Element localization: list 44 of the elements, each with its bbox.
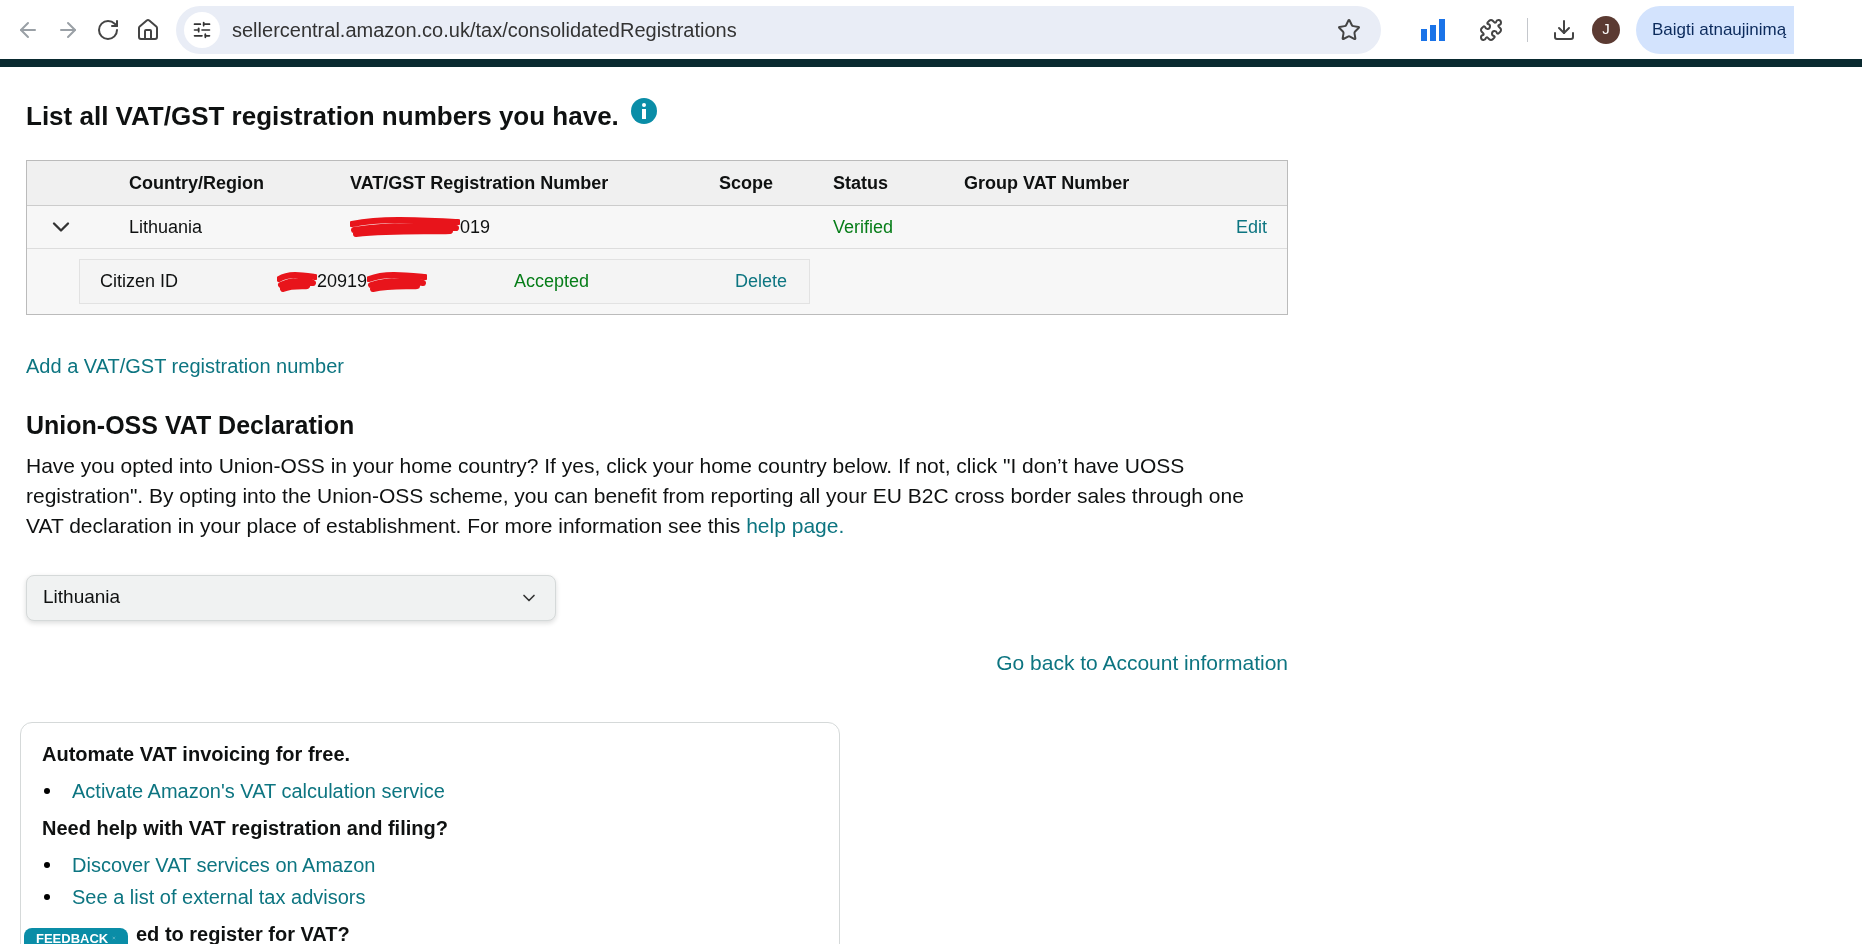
column-header: Scope [719, 171, 775, 195]
home-icon[interactable] [136, 17, 160, 42]
help-link[interactable]: See a list of external tax advisors [72, 881, 366, 913]
site-settings-icon[interactable] [184, 11, 220, 48]
oss-description: Have you opted into Union-OSS in your home country? If yes, click your home country below. If not, click "I don’t have UOSS registration". By opting into the Union-OSS scheme, you can benefit from reporting all your EU B2C cross border sales through one VAT declaration in your place of establishment. For more information see this help page. [26, 452, 1245, 539]
column-header: VAT/GST Registration Number [350, 171, 610, 195]
column-header: Country/Region [129, 171, 265, 195]
section-heading: Union-OSS VAT Declaration [26, 410, 356, 441]
edit-link[interactable]: Edit [1235, 213, 1267, 241]
info-icon[interactable] [630, 97, 657, 124]
bookmark-star-icon[interactable] [1337, 17, 1361, 42]
registration-number: 019 [460, 215, 491, 239]
country-select[interactable]: Lithuania [26, 574, 556, 621]
status-cell-text: Verified [833, 215, 895, 239]
address-bar[interactable]: sellercentral.amazon.co.uk/tax/consolidatedRegistrations [176, 5, 1381, 54]
help-card-heading: Need help with VAT registration and filing? [42, 816, 449, 841]
redaction-scribble-icon [277, 270, 317, 293]
help-link[interactable]: Activate Amazon's VAT calculation service [72, 775, 445, 807]
bullet-icon [44, 862, 50, 868]
help-page-link[interactable]: help page. [746, 513, 845, 537]
bullet-icon [44, 788, 50, 794]
help-link[interactable]: Discover VAT services on Amazon [72, 849, 376, 881]
url-text: sellercentral.amazon.co.uk/tax/consolidatedRegistrations [232, 17, 738, 43]
country-cell-text: Lithuania [129, 215, 204, 239]
id-type-label: Citizen ID [100, 270, 180, 293]
id-number: 20919 [317, 270, 368, 293]
delete-link[interactable]: Delete [735, 268, 809, 295]
download-icon[interactable] [1552, 17, 1576, 42]
column-header: Group VAT Number [964, 171, 1131, 195]
update-button[interactable]: Baigti atnaujinimą [1636, 5, 1795, 54]
help-card-heading: Automate VAT invoicing for free. [42, 742, 352, 767]
bar-chart-icon[interactable] [1421, 18, 1447, 41]
account-info-link[interactable]: Go back to Account information [996, 646, 1288, 678]
redaction-scribble-icon [350, 216, 460, 238]
reload-icon[interactable] [96, 17, 120, 42]
bullet-icon [44, 894, 50, 900]
add-registration-link[interactable]: Add a VAT/GST registration number [26, 351, 344, 381]
column-header: Status [833, 171, 889, 195]
page-heading: List all VAT/GST registration numbers you have. [26, 100, 619, 133]
redaction-scribble-icon [367, 270, 428, 293]
extensions-icon[interactable] [1479, 17, 1503, 42]
profile-avatar[interactable]: J [1592, 15, 1620, 44]
status-cell-text: Accepted [514, 270, 591, 293]
feedback-tab[interactable]: FEEDBACK [24, 928, 128, 944]
